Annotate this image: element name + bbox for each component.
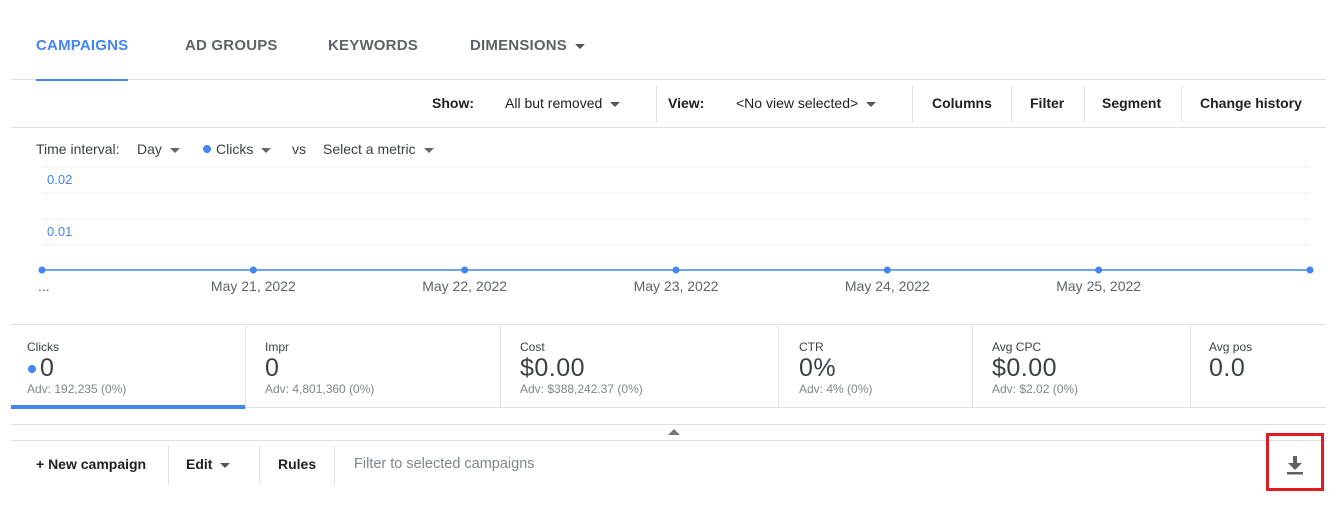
scorecard-avg-pos[interactable]: Avg pos 0.0 (1191, 326, 1326, 408)
scorecard-value: 0% (799, 354, 837, 382)
chevron-down-icon (220, 462, 231, 468)
edit-label: Edit (186, 456, 213, 472)
divider (259, 446, 260, 484)
scorecard-adv: Adv: 4% (0%) (799, 382, 873, 396)
data-point (1306, 266, 1314, 274)
chevron-up-icon[interactable] (668, 429, 680, 435)
performance-chart: Time interval: Day Clicks vs Select a me… (11, 128, 1326, 325)
divider (912, 86, 913, 122)
scorecard-value: $0.00 (992, 354, 1058, 382)
x-tick-label: ... (38, 278, 50, 294)
scorecard-adv: Adv: $2.02 (0%) (992, 382, 1079, 396)
scorecard-adv: Adv: 4,801,360 (0%) (265, 382, 375, 396)
new-campaign-button[interactable]: + New campaign (36, 441, 146, 487)
scorecard-value: 0.0 (1209, 354, 1246, 382)
data-point (461, 266, 469, 274)
view-label: View: (668, 95, 705, 111)
scorecard-avg-cpc[interactable]: Avg CPC $0.00 Adv: $2.02 (0%) (973, 326, 1191, 408)
scorecard-clicks[interactable]: Clicks 0 Adv: 192,235 (0%) (11, 326, 246, 409)
x-tick-label: May 22, 2022 (422, 278, 507, 294)
toolbar: Show: All but removed View: <No view sel… (11, 80, 1326, 128)
data-point (883, 266, 891, 274)
y-tick-label: 0.02 (47, 172, 72, 187)
scorecard-adv: Adv: $388,242.37 (0%) (520, 382, 643, 396)
chevron-down-icon (575, 43, 586, 49)
columns-button[interactable]: Columns (932, 80, 992, 128)
divider (1181, 86, 1182, 122)
scorecard-name: Clicks (27, 340, 59, 354)
download-icon[interactable] (1285, 454, 1305, 476)
x-tick-label: May 21, 2022 (211, 278, 296, 294)
data-point (672, 266, 680, 274)
segment-button[interactable]: Segment (1102, 80, 1161, 128)
rules-button[interactable]: Rules (278, 441, 316, 487)
data-point (38, 266, 46, 274)
tab-dimensions[interactable]: DIMENSIONS (470, 0, 586, 80)
tab-ad-groups[interactable]: AD GROUPS (185, 0, 278, 80)
view-dropdown[interactable]: <No view selected> (736, 80, 877, 128)
x-tick-label: May 24, 2022 (845, 278, 930, 294)
scorecard-cost[interactable]: Cost $0.00 Adv: $388,242.37 (0%) (501, 326, 779, 408)
scorecard-name: Impr (265, 340, 289, 354)
scorecard-name: CTR (799, 340, 824, 354)
tab-campaigns[interactable]: CAMPAIGNS (36, 0, 129, 81)
divider (1084, 86, 1085, 122)
divider (1011, 86, 1012, 122)
data-point (249, 266, 257, 274)
x-tick-label: May 23, 2022 (634, 278, 719, 294)
scorecard-ctr[interactable]: CTR 0% Adv: 4% (0%) (779, 326, 973, 408)
x-tick-label: May 25, 2022 (1056, 278, 1141, 294)
line-chart: 0.02 0.01... May 21, 2022 May 22, 2022 May 2… (38, 166, 1314, 294)
scorecard-name: Cost (520, 340, 545, 354)
divider (656, 86, 657, 122)
chevron-down-icon (610, 101, 621, 107)
scorecard-adv: Adv: 192,235 (0%) (27, 382, 127, 396)
table-actions-bar: + New campaign Edit Rules Filter to sele… (11, 433, 1326, 491)
series-color-dot (28, 365, 36, 373)
collapse-bar (11, 424, 1326, 441)
divider (334, 446, 335, 484)
edit-dropdown[interactable]: Edit (186, 441, 231, 487)
change-history-button[interactable]: Change history (1200, 80, 1302, 128)
scorecard-value: $0.00 (520, 354, 586, 382)
view-value: <No view selected> (736, 95, 859, 111)
show-label: Show: (432, 95, 474, 111)
scorecard-value: 0 (265, 354, 280, 382)
divider (168, 446, 169, 484)
tab-keywords[interactable]: KEYWORDS (328, 0, 418, 80)
show-value: All but removed (505, 95, 603, 111)
scorecard-name: Avg CPC (992, 340, 1042, 354)
filter-button[interactable]: Filter (1030, 80, 1064, 128)
y-tick-label: 0.01 (47, 224, 72, 239)
tab-dimensions-label: DIMENSIONS (470, 37, 568, 54)
show-dropdown[interactable]: All but removed (505, 80, 621, 128)
scorecards: Clicks 0 Adv: 192,235 (0%) Impr 0 Adv: 4… (11, 326, 1326, 409)
scorecard-value: 0 (40, 354, 55, 382)
data-point (1095, 266, 1103, 274)
scorecard-name: Avg pos (1209, 340, 1253, 354)
scorecard-impr[interactable]: Impr 0 Adv: 4,801,360 (0%) (246, 326, 501, 408)
chevron-down-icon (866, 101, 877, 107)
filter-selected-campaigns[interactable]: Filter to selected campaigns (354, 441, 535, 487)
tab-bar: CAMPAIGNS AD GROUPS KEYWORDS DIMENSIONS (11, 0, 1326, 81)
